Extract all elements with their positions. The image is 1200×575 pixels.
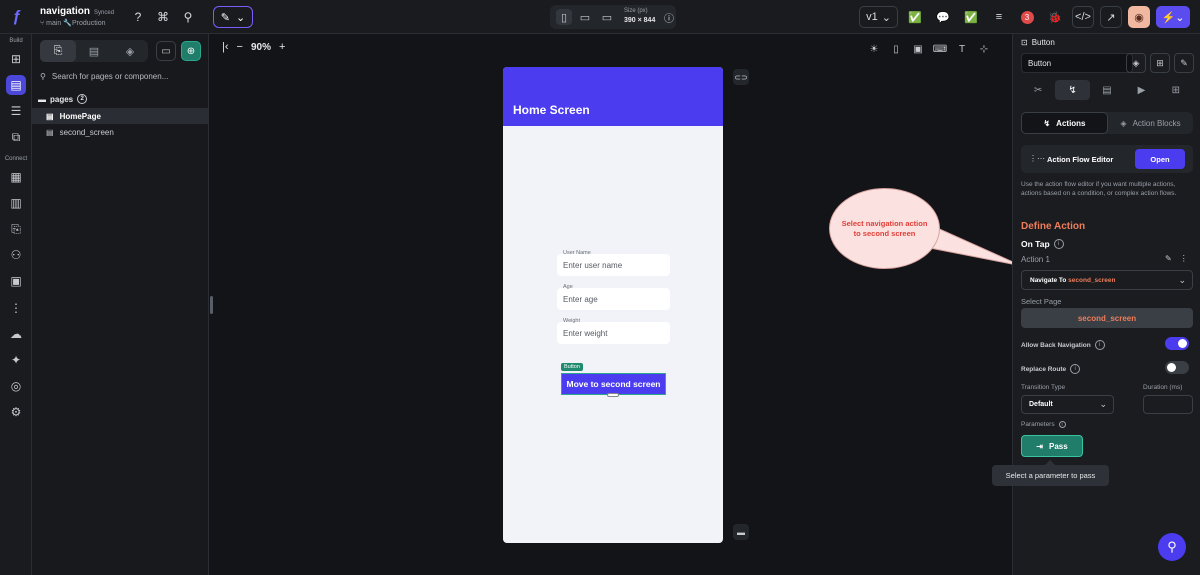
navigate-action-dropdown[interactable]: Navigate To second_screen ⌄ xyxy=(1021,270,1193,290)
chevron-down-icon: ⌄ xyxy=(1099,399,1107,409)
more-options-icon[interactable]: ⋮ xyxy=(1180,254,1188,263)
action-flow-description: Use the action flow editor if you want m… xyxy=(1021,181,1177,197)
pass-button[interactable]: ⇥ Pass xyxy=(1021,435,1083,457)
toggle-knob xyxy=(1178,339,1187,348)
action-flow-editor-card: ⋮⋯ Action Flow Editor Open xyxy=(1021,145,1193,173)
chevron-down-icon: ⌄ xyxy=(1178,275,1186,285)
diamond-icon[interactable]: ◈ xyxy=(1126,53,1146,73)
replace-route-toggle[interactable] xyxy=(1165,361,1189,374)
widget-name-input[interactable]: Button xyxy=(1021,53,1133,73)
widget-type-header: ⊡ Button xyxy=(1021,38,1055,47)
tab-actions-icon[interactable]: ↯ xyxy=(1055,80,1090,100)
segment-actions[interactable]: ↯ Actions xyxy=(1021,112,1108,134)
transition-type-dropdown[interactable]: Default ⌄ xyxy=(1021,395,1114,414)
flow-icon: ⋮⋯ xyxy=(1029,154,1045,163)
properties-panel: ⊡ Button Button ◈ ⊞ ✎ ✂ ↯ ▤ ▶ ⊞ ↯ Actions … xyxy=(1012,34,1200,575)
select-page-dropdown[interactable]: second_screen xyxy=(1021,308,1193,328)
replace-route-label: Replace Route i xyxy=(1021,364,1081,374)
actions-icon: ↯ xyxy=(1043,118,1051,128)
tab-animations-icon[interactable]: ▶ xyxy=(1124,80,1158,100)
pass-tooltip: Select a parameter to pass xyxy=(992,465,1109,486)
action-flow-title: Action Flow Editor xyxy=(1047,155,1114,164)
add-to-component-icon[interactable]: ⊞ xyxy=(1150,53,1170,73)
info-icon[interactable]: i xyxy=(1070,364,1081,374)
tab-backend-icon[interactable]: ▤ xyxy=(1090,80,1124,100)
button-widget-icon: ⊡ xyxy=(1021,38,1028,47)
define-action-heading: Define Action xyxy=(1021,221,1086,232)
toggle-knob xyxy=(1167,363,1176,372)
allow-back-navigation-toggle[interactable] xyxy=(1165,337,1189,350)
allow-back-navigation-label: Allow Back Navigation i xyxy=(1021,340,1105,350)
info-icon[interactable]: i xyxy=(1058,421,1066,428)
tab-add-icon[interactable]: ⊞ xyxy=(1159,80,1193,100)
actions-segment: ↯ Actions ◈ Action Blocks xyxy=(1021,112,1193,134)
info-icon[interactable]: i xyxy=(1053,239,1064,249)
transition-type-label: Transition Type xyxy=(1021,384,1066,391)
info-icon[interactable]: i xyxy=(1094,340,1105,350)
wand-icon[interactable]: ✎ xyxy=(1174,53,1194,73)
segment-action-blocks[interactable]: ◈ Action Blocks xyxy=(1108,112,1193,134)
on-tap-heading: On Tap i xyxy=(1021,239,1064,249)
annotation-callout: Select navigation action to second scree… xyxy=(829,188,940,269)
duration-input[interactable] xyxy=(1143,395,1193,414)
properties-tabs: ✂ ↯ ▤ ▶ ⊞ xyxy=(1021,80,1193,100)
open-button[interactable]: Open xyxy=(1135,149,1185,169)
pass-icon: ⇥ xyxy=(1036,441,1043,451)
search-fab-icon[interactable]: ⚲ xyxy=(1158,533,1186,561)
select-page-label: Select Page xyxy=(1021,297,1062,306)
edit-icon[interactable]: ✎ xyxy=(1165,254,1172,263)
action-1-label: Action 1 xyxy=(1021,255,1050,264)
action-1-tools: ✎ ⋮ xyxy=(1165,254,1188,263)
parameters-label: Parameters i xyxy=(1021,421,1066,428)
tab-style-icon[interactable]: ✂ xyxy=(1021,80,1055,100)
duration-label: Duration (ms) xyxy=(1143,384,1183,391)
action-blocks-icon: ◈ xyxy=(1120,118,1127,128)
